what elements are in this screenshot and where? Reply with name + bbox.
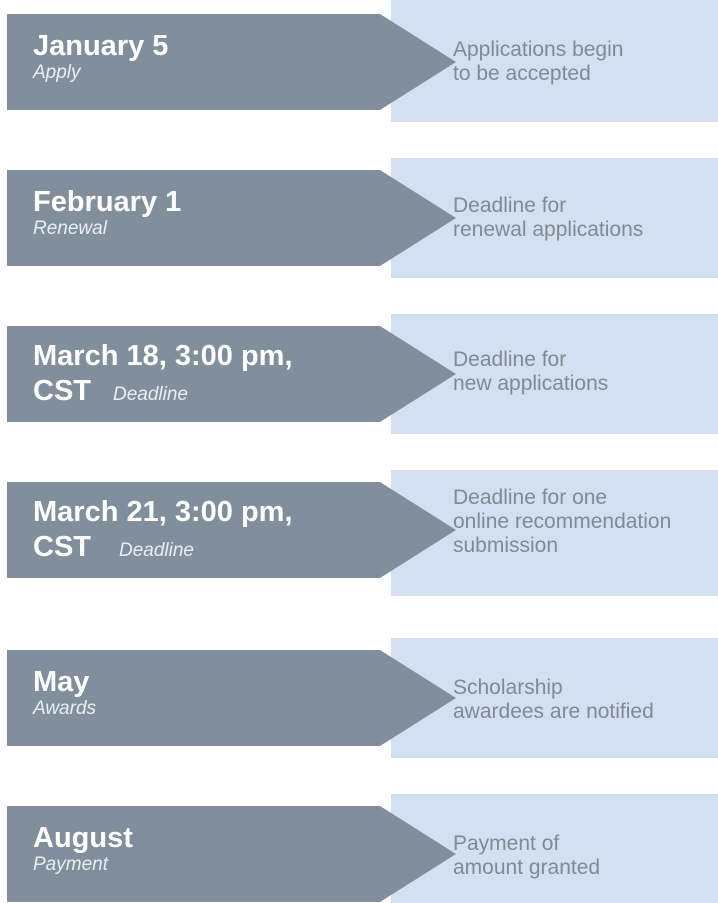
date-arrow: August Payment	[7, 806, 456, 902]
date-label-line1: March 21, 3:00 pm,	[33, 496, 293, 528]
date-label-line2: CST	[33, 375, 91, 407]
date-label: January 5	[33, 30, 169, 62]
description-text: Deadline for one online recommendation s…	[453, 486, 672, 557]
date-label: August	[33, 822, 133, 854]
date-label: February 1	[33, 186, 182, 218]
description-text: Scholarship awardees are notified	[453, 676, 654, 723]
date-arrow: January 5 Apply	[7, 14, 456, 110]
stage-label: Renewal	[33, 218, 107, 239]
date-arrow: May Awards	[7, 650, 456, 746]
description-text: Deadline for renewal applications	[453, 194, 644, 241]
stage-label: Deadline	[113, 384, 188, 405]
stage-label: Awards	[33, 698, 97, 719]
description-text: Deadline for new applications	[453, 348, 609, 395]
date-label-line2: CST	[33, 531, 91, 563]
stage-label: Apply	[33, 62, 81, 83]
stage-label: Payment	[33, 854, 108, 875]
date-label: May	[33, 666, 90, 698]
stage-label: Deadline	[119, 540, 194, 561]
date-label-line1: March 18, 3:00 pm,	[33, 340, 293, 372]
date-arrow: February 1 Renewal	[7, 170, 456, 266]
date-arrow: March 21, 3:00 pm, CST Deadline	[7, 482, 456, 578]
date-arrow: March 18, 3:00 pm, CST Deadline	[7, 326, 456, 422]
description-text: Applications begin to be accepted	[453, 38, 624, 85]
description-text: Payment of amount granted	[453, 832, 601, 879]
